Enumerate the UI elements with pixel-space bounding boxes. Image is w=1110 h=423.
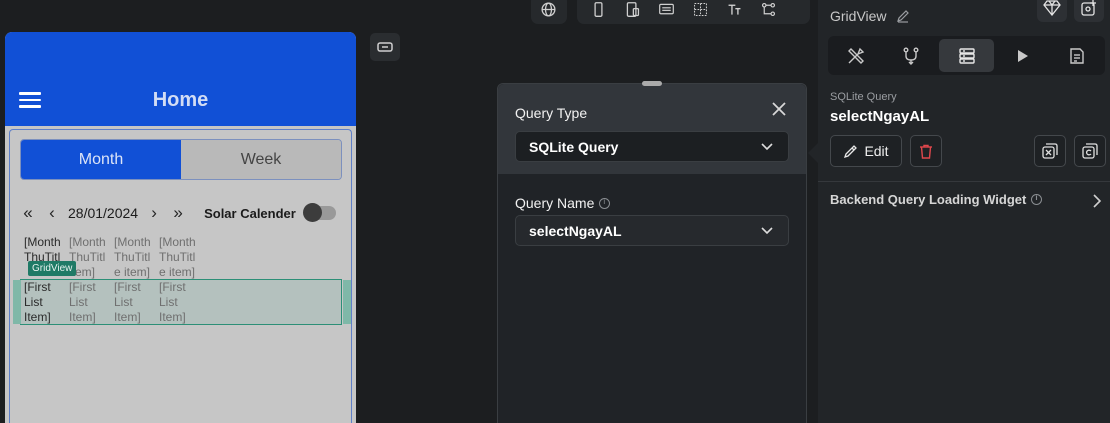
chevron-right-icon bbox=[1093, 194, 1102, 208]
database-icon bbox=[958, 47, 975, 64]
device-toolbar bbox=[577, 0, 810, 24]
grid-header-cell: [Month ThuTitl e item] bbox=[114, 235, 151, 279]
grid-item-cell: [First List Item] bbox=[159, 280, 186, 324]
tab-actions[interactable] bbox=[883, 36, 938, 75]
gridview-badge: GridView bbox=[28, 261, 77, 276]
trash-icon bbox=[920, 144, 932, 159]
tab-backend-query[interactable] bbox=[938, 39, 995, 72]
grid-item-cell: [First List Item] bbox=[69, 280, 96, 324]
grid-item-cell: [First List Item] bbox=[114, 280, 141, 324]
tools-icon bbox=[847, 47, 864, 64]
toolbar-left bbox=[531, 0, 567, 24]
copy-query-button[interactable] bbox=[1074, 135, 1106, 167]
keyboard-icon[interactable] bbox=[649, 0, 683, 22]
clear-query-button[interactable] bbox=[1034, 135, 1066, 167]
chevron-left-icon[interactable]: ‹ bbox=[40, 203, 64, 223]
edit-query-button[interactable]: Edit bbox=[830, 135, 902, 167]
add-widget-icon[interactable] bbox=[1074, 0, 1104, 22]
segment-week[interactable]: Week bbox=[181, 140, 341, 179]
double-chevron-left-icon[interactable]: « bbox=[16, 203, 40, 223]
tree-icon[interactable] bbox=[751, 0, 785, 22]
diamond-icon[interactable] bbox=[1037, 0, 1067, 22]
globe-icon[interactable] bbox=[531, 0, 565, 22]
info-icon[interactable] bbox=[599, 197, 611, 209]
close-icon[interactable] bbox=[770, 100, 788, 118]
chevron-right-icon[interactable]: › bbox=[142, 203, 166, 223]
query-type-dropdown[interactable]: SQLite Query bbox=[515, 131, 789, 162]
query-name: selectNgayAL bbox=[830, 108, 930, 125]
clear-icon bbox=[1042, 143, 1058, 159]
collapse-toggle-icon[interactable] bbox=[370, 33, 400, 61]
delete-query-button[interactable] bbox=[910, 135, 942, 167]
solar-calendar-label: Solar Calender bbox=[204, 205, 296, 221]
info-icon[interactable] bbox=[1031, 193, 1043, 205]
grid-icon[interactable] bbox=[683, 0, 717, 22]
page-body: Month Week « ‹ 28/01/2024 › » Solar Cale… bbox=[9, 129, 352, 423]
query-name-dropdown[interactable]: selectNgayAL bbox=[515, 215, 789, 246]
copy-icon bbox=[1082, 143, 1098, 159]
app-bar: Home bbox=[5, 32, 356, 126]
tab-animations[interactable] bbox=[994, 36, 1049, 75]
query-type-label: Query Type bbox=[515, 105, 588, 121]
properties-panel: GridView SQLite Query selectNgayAL Edit bbox=[818, 0, 1110, 423]
solar-calendar-switch[interactable] bbox=[302, 203, 336, 222]
branch-icon bbox=[903, 47, 919, 65]
tab-properties[interactable] bbox=[828, 36, 883, 75]
query-name-value: selectNgayAL bbox=[529, 222, 622, 239]
query-type-caption: SQLite Query bbox=[830, 91, 897, 103]
month-week-segment: Month Week bbox=[20, 139, 342, 180]
chevron-down-icon bbox=[761, 143, 773, 151]
note-icon bbox=[1070, 47, 1085, 64]
play-icon bbox=[1017, 49, 1028, 62]
phone-preview: Home Month Week « ‹ 28/01/2024 › » Solar… bbox=[5, 32, 356, 423]
page-title: Home bbox=[152, 89, 209, 111]
chevron-down-icon bbox=[761, 227, 773, 235]
drag-handle[interactable] bbox=[642, 81, 662, 86]
divider bbox=[818, 181, 1110, 182]
query-type-value: SQLite Query bbox=[529, 138, 619, 155]
query-name-label: Query Name bbox=[515, 195, 611, 211]
segment-month[interactable]: Month bbox=[21, 140, 181, 179]
query-panel: Query Type SQLite Query Query Name selec… bbox=[497, 81, 807, 423]
backend-loading-widget-row[interactable]: Backend Query Loading Widget bbox=[830, 192, 1102, 210]
tab-notes[interactable] bbox=[1050, 36, 1105, 75]
edit-name-icon[interactable] bbox=[896, 9, 910, 23]
widget-title: GridView bbox=[830, 8, 910, 24]
property-tabs bbox=[828, 36, 1105, 75]
phone-icon[interactable] bbox=[581, 0, 615, 22]
double-chevron-right-icon[interactable]: » bbox=[166, 203, 190, 223]
date-navigation: « ‹ 28/01/2024 › » Solar Calender bbox=[16, 197, 346, 229]
pencil-icon bbox=[844, 144, 858, 158]
grid-item-cell: [First List Item] bbox=[24, 280, 51, 324]
text-size-icon[interactable] bbox=[717, 0, 751, 22]
tablet-icon[interactable] bbox=[615, 0, 649, 22]
grid-header-cell: [Month ThuTitl e item] bbox=[159, 235, 196, 279]
query-type-section: Query Type SQLite Query bbox=[498, 81, 806, 174]
current-date: 28/01/2024 bbox=[68, 205, 139, 221]
